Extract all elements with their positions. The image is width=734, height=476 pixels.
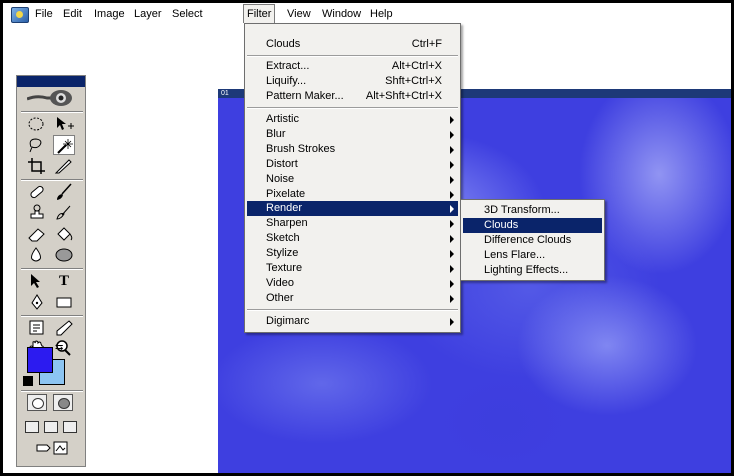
menu-item-pixelate[interactable]: Pixelate — [247, 187, 458, 202]
submenu-arrow-icon — [450, 116, 454, 124]
menu-item-stylize[interactable]: Stylize — [247, 246, 458, 261]
menu-file[interactable]: File — [32, 7, 56, 21]
menu-separator — [247, 309, 458, 311]
submenu-arrow-icon — [450, 146, 454, 154]
full-screen-menu-mode-icon[interactable] — [44, 421, 58, 433]
dodge-tool-icon[interactable] — [53, 245, 75, 265]
menu-help[interactable]: Help — [367, 7, 396, 21]
submenu-arrow-icon — [450, 235, 454, 243]
menu-item-sharpen[interactable]: Sharpen — [247, 216, 458, 231]
menu-separator — [247, 55, 458, 57]
submenu-item-clouds[interactable]: Clouds — [463, 218, 602, 233]
foreground-color-swatch[interactable] — [27, 347, 53, 373]
blur-tool-icon[interactable] — [26, 245, 48, 265]
document-title: 01 — [221, 90, 229, 97]
menu-item-video[interactable]: Video — [247, 276, 458, 291]
crop-tool-icon[interactable] — [26, 156, 48, 176]
menu-item-texture[interactable]: Texture — [247, 261, 458, 276]
submenu-arrow-icon — [450, 318, 454, 326]
menu-filter[interactable]: Filter — [243, 4, 276, 23]
filter-menu-dropdown: Clouds Ctrl+F Extract... Alt+Ctrl+X Liqu… — [244, 23, 461, 333]
submenu-arrow-icon — [450, 161, 454, 169]
submenu-arrow-icon — [450, 205, 454, 213]
type-tool-icon[interactable]: T — [53, 271, 75, 291]
menu-item-noise[interactable]: Noise — [247, 172, 458, 187]
toolbox-title-bar[interactable] — [17, 76, 85, 87]
eyedropper-tool-icon[interactable] — [53, 318, 75, 338]
full-screen-mode-icon[interactable] — [63, 421, 77, 433]
clone-stamp-tool-icon[interactable] — [26, 203, 48, 223]
menu-image[interactable]: Image — [91, 7, 128, 21]
menu-window[interactable]: Window — [319, 7, 364, 21]
jump-to-imageready-icon[interactable] — [35, 440, 69, 456]
menu-item-other[interactable]: Other — [247, 291, 458, 306]
submenu-item-3d-transform[interactable]: 3D Transform... — [463, 203, 602, 218]
photoshop-logo-icon[interactable] — [11, 7, 29, 23]
quick-mask-mode-icon[interactable] — [53, 394, 73, 411]
menu-item-blur[interactable]: Blur — [247, 127, 458, 142]
submenu-arrow-icon — [450, 295, 454, 303]
path-selection-tool-icon[interactable] — [26, 271, 48, 291]
menu-item-brush-strokes[interactable]: Brush Strokes — [247, 142, 458, 157]
menu-view[interactable]: View — [284, 7, 314, 21]
move-tool-icon[interactable] — [53, 114, 75, 134]
menu-item-liquify[interactable]: Liquify... Shft+Ctrl+X — [247, 74, 458, 89]
paint-bucket-tool-icon[interactable] — [53, 224, 75, 244]
submenu-arrow-icon — [450, 131, 454, 139]
notes-tool-icon[interactable] — [26, 318, 48, 338]
render-submenu: 3D Transform... Clouds Difference Clouds… — [460, 199, 605, 281]
menu-item-sketch[interactable]: Sketch — [247, 231, 458, 246]
menu-item-artistic[interactable]: Artistic — [247, 112, 458, 127]
history-brush-tool-icon[interactable] — [53, 203, 75, 223]
rectangle-tool-icon[interactable] — [53, 292, 75, 312]
menu-item-last-filter-clouds[interactable]: Clouds Ctrl+F — [247, 37, 458, 52]
brush-tool-icon[interactable] — [53, 182, 75, 202]
standard-screen-mode-icon[interactable] — [25, 421, 39, 433]
lasso-tool-icon[interactable] — [26, 135, 48, 155]
submenu-arrow-icon — [450, 220, 454, 228]
standard-mode-icon[interactable] — [27, 394, 47, 411]
menu-item-digimarc[interactable]: Digimarc — [247, 314, 458, 329]
default-colors-icon[interactable] — [23, 376, 33, 386]
submenu-item-lighting-effects[interactable]: Lighting Effects... — [463, 263, 602, 278]
menu-edit[interactable]: Edit — [60, 7, 85, 21]
menu-item-distort[interactable]: Distort — [247, 157, 458, 172]
menu-bar: File Edit Image Layer Select Filter View… — [3, 3, 731, 25]
slice-tool-icon[interactable] — [53, 156, 75, 176]
submenu-arrow-icon — [450, 176, 454, 184]
app-window: File Edit Image Layer Select Filter View… — [0, 0, 734, 476]
healing-brush-tool-icon[interactable] — [26, 182, 48, 202]
toolbox-panel: T ⇆ — [16, 75, 86, 467]
menu-select[interactable]: Select — [169, 7, 206, 21]
marquee-tool-icon[interactable] — [26, 114, 48, 134]
menu-separator — [247, 107, 458, 109]
menu-item-pattern-maker[interactable]: Pattern Maker... Alt+Shft+Ctrl+X — [247, 89, 458, 104]
submenu-arrow-icon — [450, 191, 454, 199]
eraser-tool-icon[interactable] — [26, 224, 48, 244]
submenu-item-lens-flare[interactable]: Lens Flare... — [463, 248, 602, 263]
menu-item-render[interactable]: Render — [247, 201, 458, 216]
swap-colors-icon[interactable]: ⇆ — [55, 342, 63, 353]
pen-tool-icon[interactable] — [26, 292, 48, 312]
submenu-item-difference-clouds[interactable]: Difference Clouds — [463, 233, 602, 248]
adobe-online-eye-icon[interactable] — [27, 89, 77, 107]
magic-wand-tool-icon[interactable] — [53, 135, 75, 155]
menu-layer[interactable]: Layer — [131, 7, 165, 21]
submenu-arrow-icon — [450, 280, 454, 288]
menu-item-extract[interactable]: Extract... Alt+Ctrl+X — [247, 59, 458, 74]
submenu-arrow-icon — [450, 265, 454, 273]
submenu-arrow-icon — [450, 250, 454, 258]
